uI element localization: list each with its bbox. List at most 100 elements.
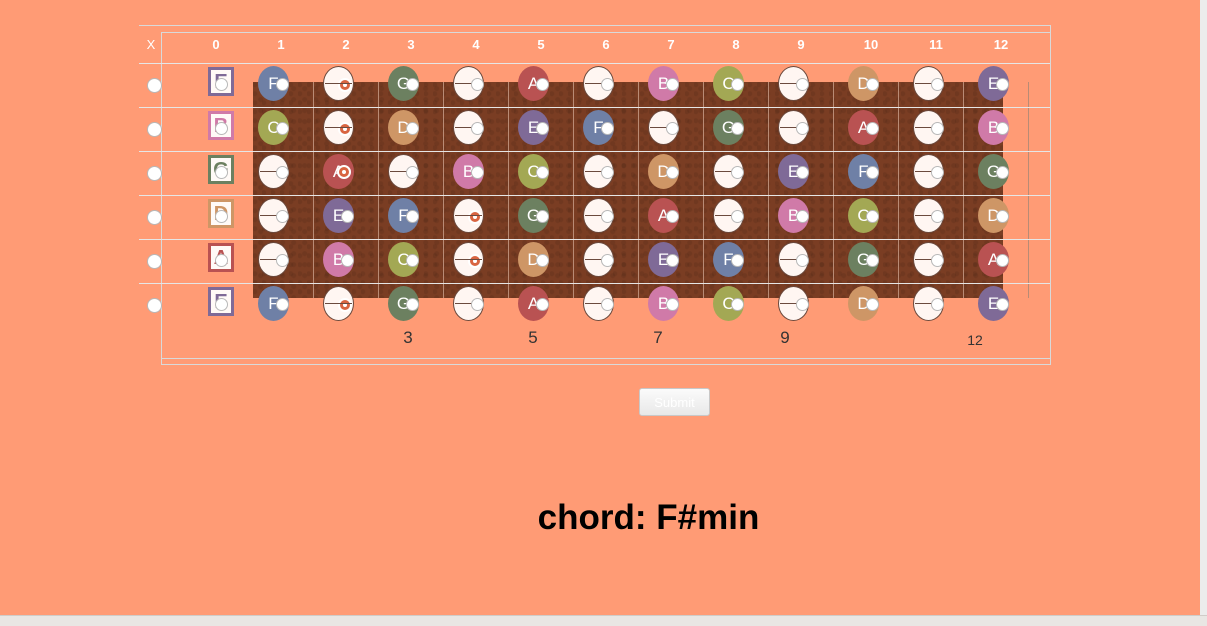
fret-radio[interactable] (536, 298, 549, 311)
frame-inner-top-line (161, 32, 1051, 33)
fret-radio[interactable] (536, 78, 549, 91)
fret-radio[interactable] (601, 254, 614, 267)
frame-top-line (139, 25, 1050, 26)
fret-radio[interactable] (931, 166, 944, 179)
fret-line (573, 82, 574, 298)
fret-radio[interactable] (931, 78, 944, 91)
fret-radio[interactable] (796, 210, 809, 223)
fret-radio[interactable] (996, 78, 1009, 91)
fret-note[interactable]: A (323, 154, 354, 189)
fret-radio[interactable] (866, 254, 879, 267)
fret-radio[interactable] (666, 210, 679, 223)
fret-radio[interactable] (276, 254, 289, 267)
fret-radio[interactable] (866, 122, 879, 135)
fret-radio[interactable] (276, 298, 289, 311)
fret-radio[interactable] (866, 78, 879, 91)
fret-radio[interactable] (796, 254, 809, 267)
fret-radio[interactable] (601, 166, 614, 179)
fret-radio[interactable] (796, 78, 809, 91)
fret-radio[interactable] (666, 254, 679, 267)
fret-radio[interactable] (471, 78, 484, 91)
open-string-radio[interactable] (215, 166, 228, 179)
open-string-radio[interactable] (215, 78, 228, 91)
fret-radio[interactable] (276, 210, 289, 223)
fret-radio[interactable] (471, 122, 484, 135)
fret-note[interactable] (323, 110, 354, 145)
fret-radio[interactable] (731, 298, 744, 311)
string-line (139, 63, 1050, 64)
mute-string-radio[interactable] (147, 78, 162, 93)
fret-radio[interactable] (931, 298, 944, 311)
fret-radio[interactable] (536, 210, 549, 223)
fret-radio[interactable] (666, 298, 679, 311)
fret-radio[interactable] (276, 78, 289, 91)
fret-radio[interactable] (406, 298, 419, 311)
mute-string-radio[interactable] (147, 210, 162, 225)
fret-radio[interactable] (731, 210, 744, 223)
fret-radio[interactable] (666, 78, 679, 91)
fret-radio[interactable] (406, 78, 419, 91)
fret-radio[interactable] (406, 210, 419, 223)
open-string-radio[interactable] (215, 298, 228, 311)
fret-radio[interactable] (931, 210, 944, 223)
open-string-radio[interactable] (215, 122, 228, 135)
fret-radio[interactable] (601, 210, 614, 223)
selected-note-marker (468, 210, 482, 224)
fret-radio[interactable] (731, 78, 744, 91)
fret-radio[interactable] (601, 298, 614, 311)
fret-note[interactable] (323, 286, 354, 321)
fret-radio[interactable] (601, 122, 614, 135)
fret-radio[interactable] (796, 122, 809, 135)
fret-radio[interactable] (536, 254, 549, 267)
fret-radio[interactable] (276, 166, 289, 179)
fret-radio[interactable] (601, 78, 614, 91)
fret-radio[interactable] (996, 122, 1009, 135)
fret-radio[interactable] (406, 122, 419, 135)
fret-radio[interactable] (996, 298, 1009, 311)
fret-radio[interactable] (731, 122, 744, 135)
fret-radio[interactable] (796, 166, 809, 179)
open-string-radio[interactable] (215, 254, 228, 267)
fret-radio[interactable] (796, 298, 809, 311)
fret-radio[interactable] (931, 122, 944, 135)
fret-radio[interactable] (471, 166, 484, 179)
fret-radio[interactable] (471, 298, 484, 311)
horizontal-scrollbar[interactable] (0, 615, 1207, 626)
fretboard-widget: X0123456789101112 EFGABCDEBCDEFGABGABCDE… (0, 0, 1207, 380)
fret-number-label: 8 (732, 37, 740, 52)
fret-position-marker: 7 (653, 328, 663, 347)
fret-radio[interactable] (341, 210, 354, 223)
fret-radio[interactable] (731, 166, 744, 179)
mute-string-radio[interactable] (147, 166, 162, 181)
string-line (139, 107, 1050, 108)
vertical-scrollbar[interactable] (1200, 0, 1207, 625)
mute-string-radio[interactable] (147, 298, 162, 313)
fret-number-label: 7 (667, 37, 675, 52)
fret-radio[interactable] (996, 166, 1009, 179)
fret-radio[interactable] (406, 254, 419, 267)
open-string-radio[interactable] (215, 210, 228, 223)
fret-radio[interactable] (866, 210, 879, 223)
fret-radio[interactable] (996, 254, 1009, 267)
fret-radio[interactable] (996, 210, 1009, 223)
mute-string-radio[interactable] (147, 254, 162, 269)
selected-note-marker (338, 298, 352, 312)
fret-radio[interactable] (666, 122, 679, 135)
fret-radio[interactable] (666, 166, 679, 179)
fret-radio[interactable] (276, 122, 289, 135)
string-line (139, 151, 1050, 152)
fret-radio[interactable] (866, 298, 879, 311)
fret-radio[interactable] (731, 254, 744, 267)
fret-radio[interactable] (536, 122, 549, 135)
fret-note[interactable] (453, 242, 484, 277)
fret-radio[interactable] (406, 166, 419, 179)
fret-radio[interactable] (536, 166, 549, 179)
selected-note-marker (338, 78, 352, 92)
submit-button[interactable]: Submit (639, 388, 710, 416)
fret-radio[interactable] (341, 254, 354, 267)
fret-radio[interactable] (866, 166, 879, 179)
fret-note[interactable] (323, 66, 354, 101)
fret-radio[interactable] (931, 254, 944, 267)
mute-string-radio[interactable] (147, 122, 162, 137)
fret-note[interactable] (453, 198, 484, 233)
